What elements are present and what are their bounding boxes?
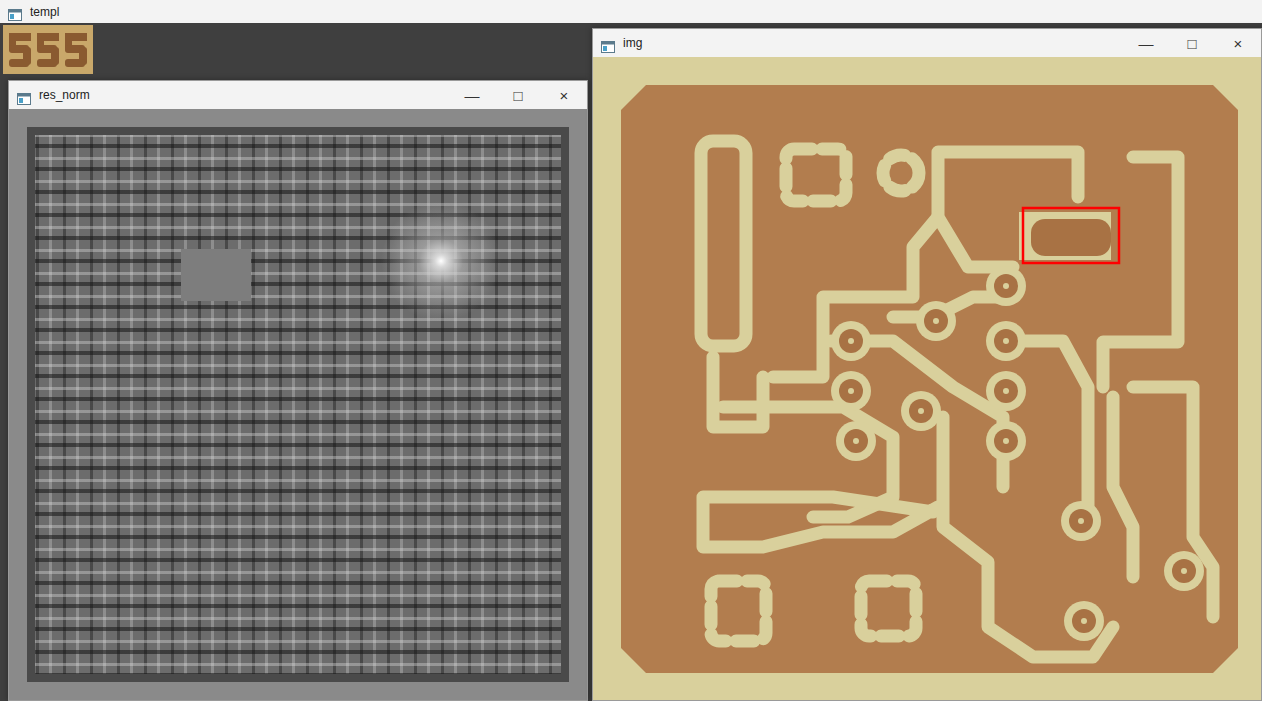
window-icon [602,41,615,44]
pcb-shape [986,371,1026,411]
window-icon [8,9,22,21]
pcb-shape [1003,283,1009,289]
pcb-shape [1081,618,1087,624]
pcb-shape [986,321,1026,361]
close-button[interactable]: × [541,88,587,103]
window-icon [9,10,22,21]
pcb-shape [839,379,863,403]
pcb-shape [916,301,956,341]
pcb-shape [1133,387,1213,617]
pcb-shape [994,274,1018,298]
pcb-shape [994,429,1018,453]
window-icon [602,41,615,52]
pcb-shape [1031,219,1111,256]
pcb-shape [848,338,854,344]
maximize-button[interactable]: □ [1169,36,1215,51]
pcb-shape [844,429,868,453]
pcb-shape [853,438,859,444]
pcb-shape [1064,601,1104,641]
pcb-shape [786,149,846,201]
maximize-button[interactable]: □ [495,88,541,103]
window-icon [19,98,23,103]
pcb-shape [994,379,1018,403]
window-icon [603,46,607,51]
pcb-shape [901,391,941,431]
pcb-shape [994,329,1018,353]
pcb-shape [861,581,916,636]
window-icon [17,93,31,105]
pcb-shape [918,408,924,414]
pcb-shape [1072,609,1096,633]
pcb-shape [1061,501,1101,541]
pcb-shape [1078,518,1084,524]
window-icon [9,10,22,13]
window-icon [18,93,31,96]
pcb-shape [883,155,919,191]
pcb-shape [933,318,939,324]
pcb-shape [711,581,766,641]
pcb-shape [701,141,1213,657]
window-title: res_norm [39,86,449,104]
window-icon [10,14,14,19]
pcb-shape [1113,397,1133,577]
window-icon [8,6,22,18]
pcb-shape [1003,338,1009,344]
pcb-shape [621,85,1238,673]
pcb-shape [1003,388,1009,394]
pcb-shape [701,141,746,346]
template-shape [3,25,93,74]
pcb-shape [593,57,1261,700]
pcb-shape [839,329,863,353]
title-bar[interactable]: templ [0,0,1262,23]
pcb-shape [909,399,933,423]
window-icon [601,41,615,53]
minimize-button[interactable]: — [449,88,495,103]
window-icon [601,37,615,49]
minimize-button[interactable]: — [1123,36,1169,51]
pcb-shape [1069,509,1093,533]
window-title: templ [30,3,1262,21]
window-content [9,109,587,700]
template-image [3,25,93,74]
template-shape [65,59,85,67]
close-button[interactable]: × [1215,36,1261,51]
pcb-shape [831,341,1003,487]
pcb-shape [836,421,876,461]
pcb-shape [943,417,1113,657]
pcb-image [593,57,1261,700]
pcb-shape [831,371,871,411]
pcb-shape [1003,438,1009,444]
window-title: img [623,34,1123,52]
pcb-shape [848,388,854,394]
title-bar[interactable]: img—□× [593,29,1261,57]
app-window[interactable]: res_norm—□× [8,80,588,701]
window-icon [18,93,31,104]
template-shape [37,59,57,67]
pcb-shape [986,421,1026,461]
pcb-shape [831,321,871,361]
pcb-shape [1023,208,1119,263]
window-icon [17,89,31,101]
heatmap-image [9,109,587,700]
pcb-shape [1181,568,1187,574]
template-shape [9,59,29,67]
pcb-shape [938,152,1178,387]
pcb-shape [1172,559,1196,583]
pcb-shape [1164,551,1204,591]
app-window[interactable]: img—□× [592,28,1262,701]
pcb-shape [893,297,1088,527]
pcb-shape [986,266,1026,306]
pcb-shape [703,497,938,547]
title-bar[interactable]: res_norm—□× [9,81,587,109]
window-content [593,57,1261,700]
pcb-shape [924,309,948,333]
pcb-shape [1019,212,1111,260]
